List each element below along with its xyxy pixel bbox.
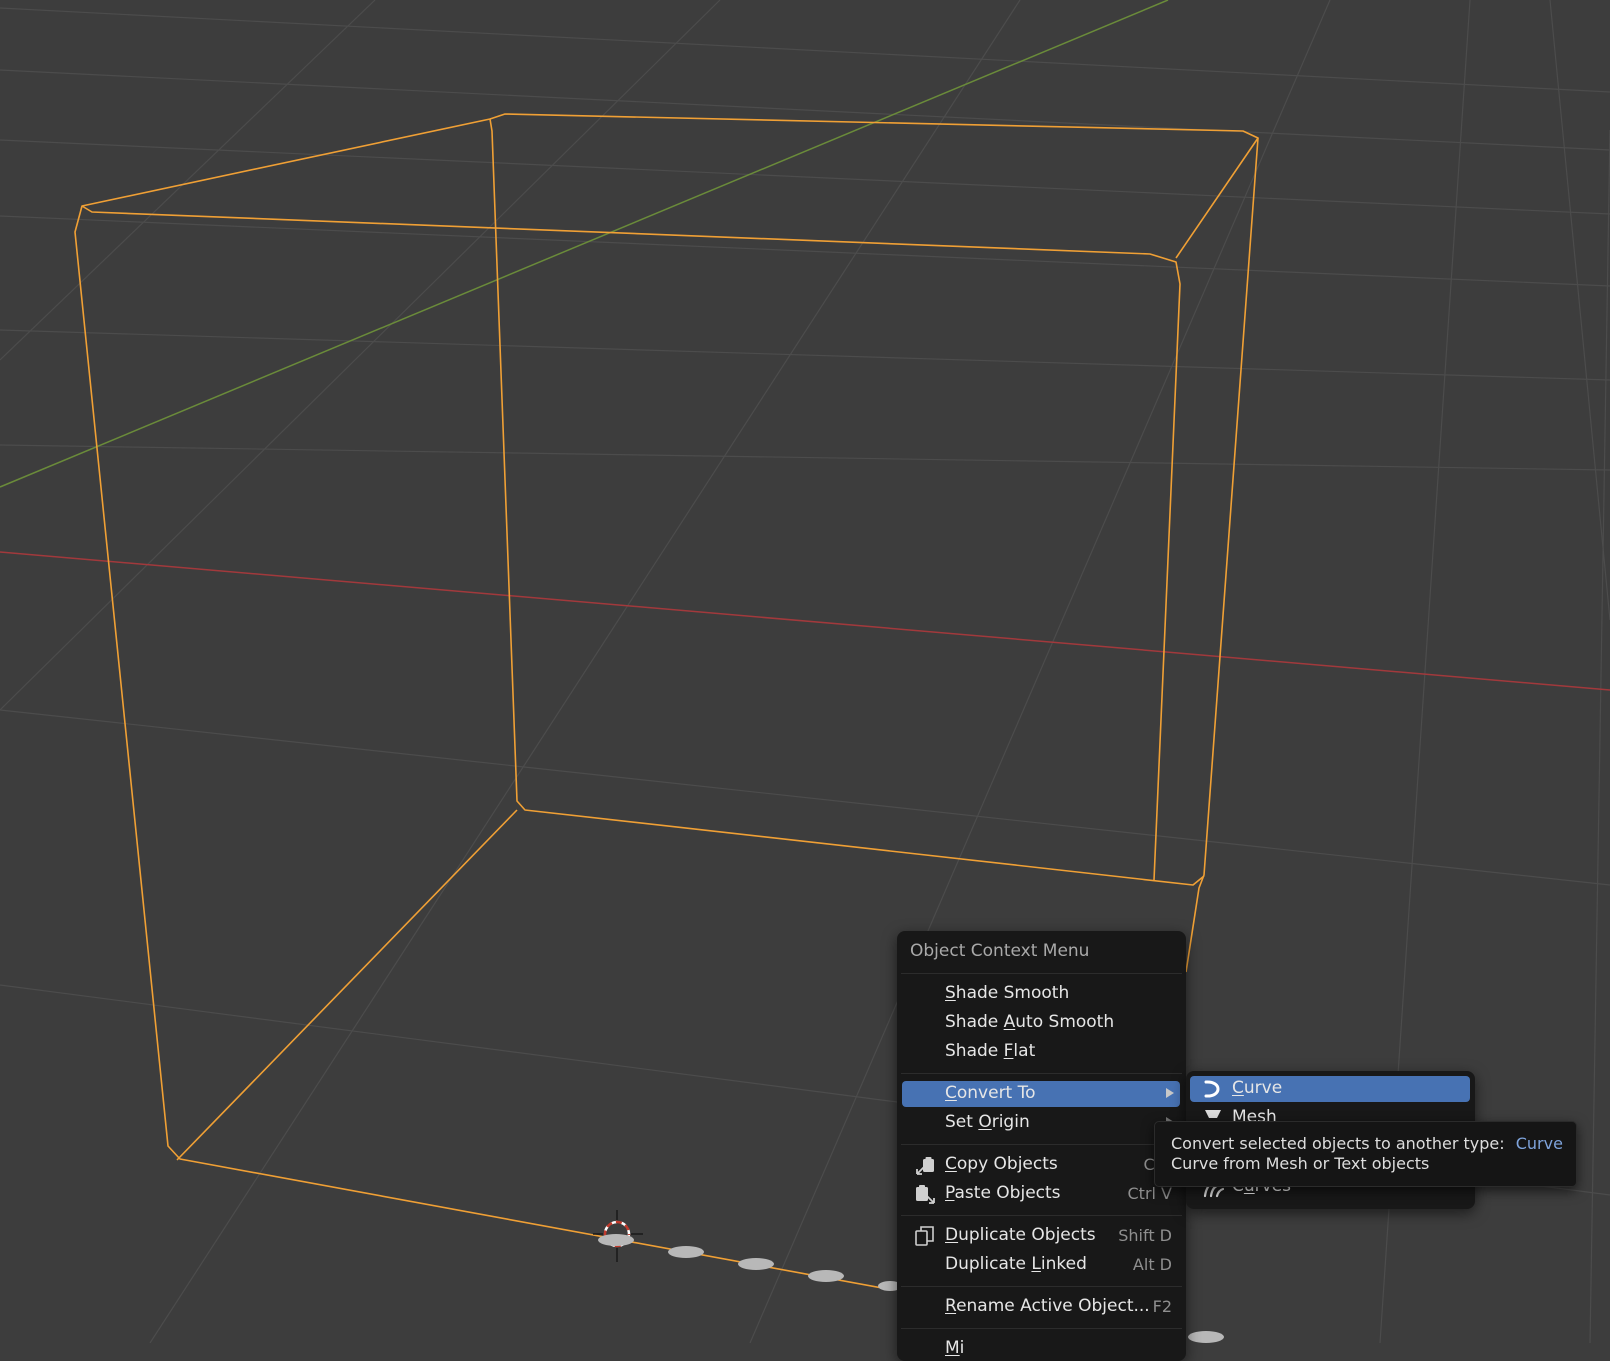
menu-item-label: Set Origin — [945, 1112, 1030, 1132]
tooltip-line-1: Convert selected objects to another type… — [1171, 1134, 1563, 1153]
tooltip-line-2: Curve from Mesh or Text objects — [1171, 1154, 1430, 1173]
menu-item-label: Mi — [945, 1338, 965, 1358]
menu-item-copy-objects[interactable]: Copy Objects Ctrl — [902, 1152, 1180, 1178]
menu-item-shade-smooth[interactable]: Shade Smooth — [902, 981, 1180, 1007]
menu-separator — [901, 1144, 1182, 1145]
menu-item-rename-active-object[interactable]: Rename Active Object... F2 — [902, 1294, 1180, 1320]
menu-item-label: Shade Flat — [945, 1041, 1036, 1061]
menu-item-shade-auto-smooth[interactable]: Shade Auto Smooth — [902, 1010, 1180, 1036]
menu-item-duplicate-objects[interactable]: Duplicate Objects Shift D — [902, 1223, 1180, 1249]
menu-separator — [901, 973, 1182, 974]
tooltip-description: Convert selected objects to another type… — [1171, 1134, 1505, 1153]
menu-item-shortcut: F2 — [1152, 1297, 1172, 1316]
tooltip: Convert selected objects to another type… — [1154, 1121, 1577, 1187]
tooltip-value: Curve — [1515, 1134, 1563, 1153]
menu-item-label: Shade Smooth — [945, 983, 1070, 1003]
submenu-item-curve[interactable]: Curve — [1190, 1076, 1470, 1102]
menu-separator — [901, 1286, 1182, 1287]
menu-item-duplicate-linked[interactable]: Duplicate Linked Alt D — [902, 1252, 1180, 1278]
duplicate-icon — [915, 1226, 934, 1246]
menu-item-shortcut: Shift D — [1118, 1226, 1172, 1245]
menu-item-label: Paste Objects — [945, 1183, 1061, 1203]
menu-item-truncated[interactable]: Mi — [902, 1336, 1180, 1361]
menu-item-shade-flat[interactable]: Shade Flat — [902, 1039, 1180, 1065]
menu-item-label: Rename Active Object... — [945, 1296, 1150, 1316]
menu-item-label: Convert To — [945, 1083, 1036, 1103]
menu-item-convert-to[interactable]: Convert To — [902, 1081, 1180, 1107]
menu-item-label: Duplicate Objects — [945, 1225, 1096, 1245]
menu-item-label: Duplicate Linked — [945, 1254, 1087, 1274]
menu-separator — [901, 1073, 1182, 1074]
menu-item-shortcut: Alt D — [1132, 1255, 1172, 1274]
menu-item-set-origin[interactable]: Set Origin — [902, 1110, 1180, 1136]
menu-separator — [901, 1215, 1182, 1216]
copy-icon — [916, 1157, 934, 1175]
menu-separator — [901, 1328, 1182, 1329]
curve-icon — [1204, 1080, 1220, 1098]
menu-item-label: Copy Objects — [945, 1154, 1058, 1174]
menu-title: Object Context Menu — [910, 941, 1090, 961]
submenu-item-label: Curve — [1232, 1078, 1283, 1098]
menu-item-paste-objects[interactable]: Paste Objects Ctrl V — [902, 1181, 1180, 1207]
object-context-menu: Object Context Menu Shade Smooth Shade A… — [897, 931, 1186, 1361]
paste-icon — [916, 1185, 935, 1204]
menu-item-label: Shade Auto Smooth — [945, 1012, 1115, 1032]
submenu-arrow-icon — [1166, 1088, 1174, 1098]
